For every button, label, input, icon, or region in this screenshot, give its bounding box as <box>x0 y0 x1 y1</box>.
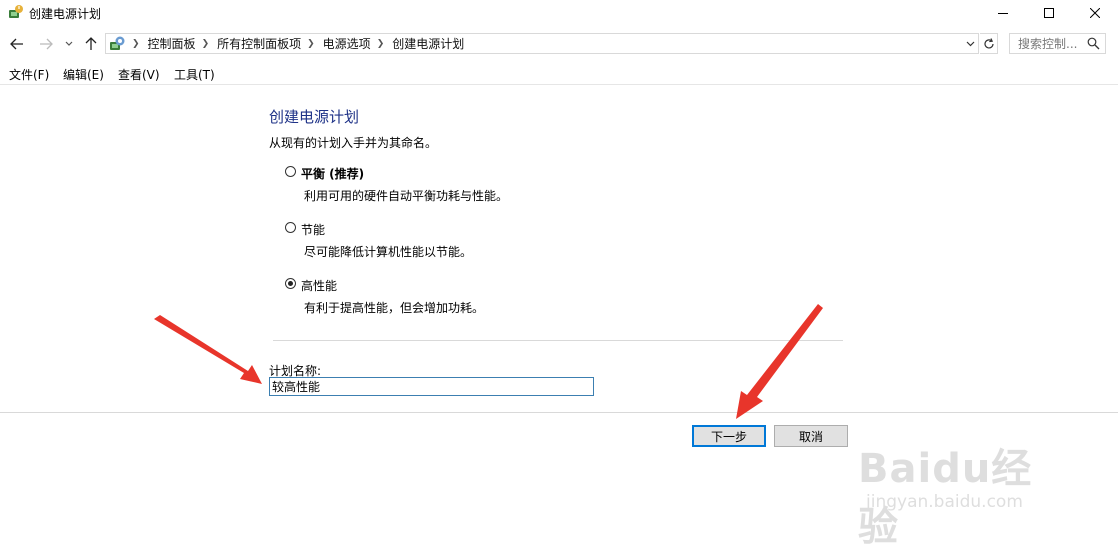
menu-view[interactable]: 查看(V) <box>118 66 160 83</box>
chevron-right-icon[interactable]: ❯ <box>202 39 210 49</box>
option-title[interactable]: 高性能 <box>301 277 337 294</box>
address-history-button[interactable] <box>963 36 977 52</box>
option-description: 尽可能降低计算机性能以节能。 <box>304 245 473 259</box>
radio-balanced[interactable] <box>285 166 296 177</box>
option-description: 有利于提高性能，但会增加功耗。 <box>304 301 485 315</box>
divider <box>273 340 843 341</box>
chevron-right-icon[interactable]: ❯ <box>307 39 315 49</box>
option-title[interactable]: 平衡 (推荐) <box>301 165 364 182</box>
arrow-right-icon <box>40 38 53 50</box>
page-title: 创建电源计划 <box>269 108 360 126</box>
watermark-url: jingyan.baidu.com <box>866 492 1023 512</box>
minimize-button[interactable] <box>980 0 1026 26</box>
page-subtitle: 从现有的计划入手并为其命名。 <box>269 136 438 150</box>
minimize-icon <box>998 13 1008 14</box>
power-options-icon <box>9 5 23 18</box>
search-icon <box>1087 37 1100 50</box>
cancel-button[interactable]: 取消 <box>774 425 848 447</box>
radio-power-saver[interactable] <box>285 222 296 233</box>
back-button[interactable] <box>6 33 28 55</box>
chevron-down-icon <box>966 41 974 47</box>
option-description: 利用可用的硬件自动平衡功耗与性能。 <box>304 189 509 203</box>
footer-divider <box>0 412 1118 413</box>
menu-file[interactable]: 文件(F) <box>9 66 49 83</box>
menu-edit[interactable]: 编辑(E) <box>63 66 104 83</box>
refresh-icon <box>983 37 994 48</box>
recent-locations-button[interactable] <box>62 33 76 55</box>
chevron-right-icon: ❯ <box>132 38 140 49</box>
search-input[interactable]: 搜索控制... <box>1009 33 1106 54</box>
forward-button[interactable] <box>35 33 57 55</box>
menu-bar: 文件(F) 编辑(E) 查看(V) 工具(T) <box>0 63 1118 85</box>
next-button[interactable]: 下一步 <box>692 425 766 447</box>
menu-tools[interactable]: 工具(T) <box>174 66 215 83</box>
chevron-right-icon[interactable]: ❯ <box>377 39 385 49</box>
arrow-left-icon <box>10 38 23 50</box>
breadcrumb-create-plan[interactable]: 创建电源计划 <box>392 35 464 52</box>
title-bar: 创建电源计划 <box>0 0 1118 26</box>
close-icon <box>1090 8 1100 18</box>
watermark: Baidu经验 jingyan.baidu.com <box>858 436 1058 550</box>
option-title[interactable]: 节能 <box>301 221 325 238</box>
search-placeholder: 搜索控制... <box>1018 37 1078 51</box>
up-button[interactable] <box>80 33 102 55</box>
arrow-annotation-right <box>736 304 823 419</box>
address-bar[interactable]: ❯ 控制面板 ❯ 所有控制面板项 ❯ 电源选项 ❯ 创建电源计划 <box>105 33 979 54</box>
maximize-button[interactable] <box>1026 0 1072 26</box>
control-panel-icon <box>110 36 125 50</box>
arrow-up-icon <box>85 37 97 50</box>
breadcrumb-all-items[interactable]: 所有控制面板项 <box>217 35 301 52</box>
refresh-button[interactable] <box>980 33 998 54</box>
breadcrumb-control-panel[interactable]: 控制面板 <box>148 35 196 52</box>
maximize-icon <box>1044 8 1054 18</box>
radio-high-performance[interactable] <box>285 278 296 289</box>
arrow-annotation-left <box>154 315 262 384</box>
close-button[interactable] <box>1072 0 1118 26</box>
navigation-bar: ❯ 控制面板 ❯ 所有控制面板项 ❯ 电源选项 ❯ 创建电源计划 搜索控制... <box>0 29 1118 59</box>
window-title: 创建电源计划 <box>29 7 102 21</box>
breadcrumb-power-options[interactable]: 电源选项 <box>323 35 371 52</box>
plan-name-input[interactable] <box>269 377 594 396</box>
chevron-down-icon <box>65 41 73 46</box>
